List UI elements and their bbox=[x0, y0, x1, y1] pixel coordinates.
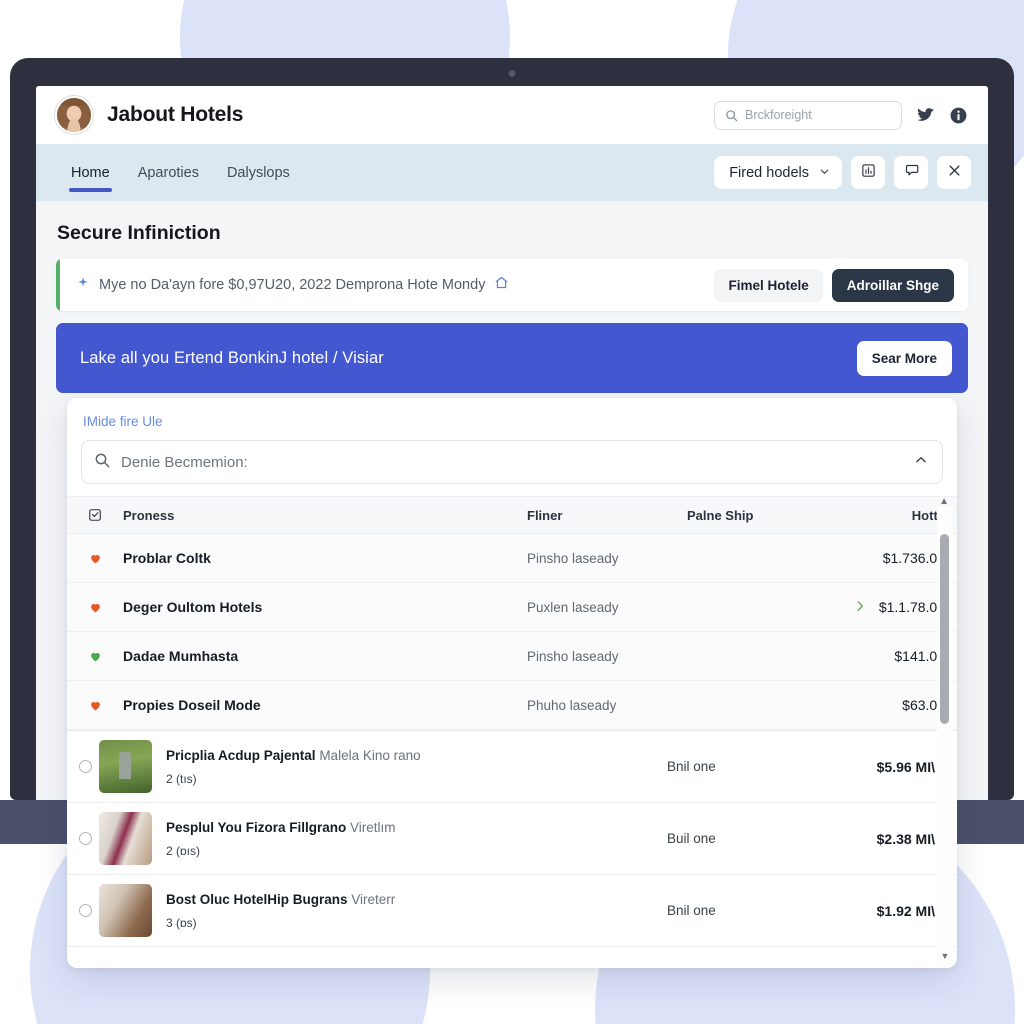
chevron-right-icon[interactable] bbox=[853, 599, 867, 616]
scrollbar-thumb[interactable] bbox=[940, 534, 949, 724]
fimel-hotele-button[interactable]: Fimel Hotele bbox=[714, 268, 823, 302]
list-item-mid: Bnil one bbox=[667, 903, 716, 918]
list-item-subtitle: Viretеrr bbox=[351, 891, 396, 907]
select-all-checkbox[interactable] bbox=[79, 508, 111, 522]
page-title: Jabout Hotels bbox=[107, 103, 244, 126]
column-header-ship[interactable]: Palne Ship bbox=[687, 508, 837, 523]
column-header-fliner[interactable]: Fliner bbox=[527, 508, 687, 523]
avatar[interactable] bbox=[55, 96, 93, 134]
list-item-meta: 2 (tıs) bbox=[166, 771, 197, 786]
table-row[interactable]: Deger Oultom Hotels Puxlen laseady $1.1.… bbox=[67, 583, 957, 632]
list-item-radio[interactable] bbox=[79, 904, 92, 917]
sear-more-button[interactable]: Sear More bbox=[856, 340, 952, 376]
search-icon bbox=[94, 452, 110, 473]
list-item-mid: Buil one bbox=[667, 831, 716, 846]
chevron-up-icon[interactable] bbox=[914, 453, 928, 472]
filter-select-fired-hodels[interactable]: Fired hodels bbox=[714, 156, 842, 189]
chat-icon bbox=[904, 163, 919, 183]
results-list: Pricplia Acdup Pajental Malela Kino rano… bbox=[67, 730, 957, 947]
list-item-title-row: Bost Oluc HotelHip Bugrans Viretеrr bbox=[166, 892, 667, 907]
row-name: Deger Oultom Hotels bbox=[123, 599, 263, 615]
card-search-placeholder: Denie Becmemion: bbox=[121, 453, 248, 471]
search-placeholder: Brckforeight bbox=[745, 108, 812, 122]
table-row[interactable]: Dadae Mumhasta Pinsho laseady $141.00 bbox=[67, 632, 957, 681]
living-room-thumbnail bbox=[99, 812, 152, 865]
list-item-title: Pesplul You Fizora Fillgrano bbox=[166, 819, 347, 835]
heart-icon[interactable] bbox=[79, 552, 111, 565]
sparkle-icon bbox=[76, 276, 90, 295]
chat-button[interactable] bbox=[894, 156, 928, 189]
list-item-meta: 2 (ɒıs) bbox=[166, 843, 201, 858]
list-item-title: Bost Oluc HotelHip Bugrans bbox=[166, 891, 348, 907]
list-item-title: Pricplia Acdup Pajental bbox=[166, 747, 316, 763]
row-fliner: Puxlen laseady bbox=[527, 599, 619, 615]
scrollbar-track[interactable] bbox=[937, 506, 953, 950]
promo-banner-text: Lake all you Ertend BonkinJ hotel / Visi… bbox=[80, 348, 384, 367]
table-row[interactable]: Propies Doseil Mode Phuho laseady $63.00 bbox=[67, 681, 957, 730]
twitter-bird-icon[interactable] bbox=[916, 106, 935, 125]
row-name: Propies Doseil Mode bbox=[123, 697, 261, 713]
list-item-body: Pricplia Acdup Pajental Malela Kino rano… bbox=[152, 748, 667, 786]
home-icon bbox=[494, 275, 509, 295]
results-table: Proness Fliner Palne Ship Hotte Problar … bbox=[67, 496, 957, 730]
alert-text: Mye no Da'ayn fore $0,97U20, 2022 Dempro… bbox=[99, 277, 486, 293]
list-item-body: Bost Oluc HotelHip Bugrans Viretеrr 3 (ɒ… bbox=[152, 892, 667, 930]
table-row[interactable]: Problar Coltk Pinsho laseady $1.736.00 bbox=[67, 534, 957, 583]
list-item-subtitle: Viretlım bbox=[350, 819, 396, 835]
tab-bar: Home Aparoties Dalyslops Fired hodels bbox=[36, 144, 988, 201]
scroll-down-arrow-icon[interactable]: ▼ bbox=[941, 950, 950, 962]
row-name: Problar Coltk bbox=[123, 550, 211, 566]
close-button[interactable] bbox=[937, 156, 971, 189]
heart-icon[interactable] bbox=[79, 601, 111, 614]
heart-icon[interactable] bbox=[79, 650, 111, 663]
info-icon[interactable] bbox=[949, 106, 968, 125]
app-header: Jabout Hotels Brckforeight bbox=[36, 86, 988, 144]
table-header-row: Proness Fliner Palne Ship Hotte bbox=[67, 496, 957, 534]
card-link[interactable]: IMide fire Ule bbox=[67, 398, 957, 440]
tab-dalyslops[interactable]: Dalyslops bbox=[213, 147, 304, 198]
list-item[interactable]: Bost Oluc HotelHip Bugrans Viretеrr 3 (ɒ… bbox=[67, 875, 957, 947]
search-icon bbox=[725, 109, 738, 122]
chart-icon bbox=[861, 163, 876, 183]
adroillar-shge-button[interactable]: Adroillar Shge bbox=[831, 268, 954, 302]
list-item-radio[interactable] bbox=[79, 760, 92, 773]
list-item-meta: 3 (ɒs) bbox=[166, 915, 197, 930]
list-item[interactable]: Pesplul You Fizora Fillgrano Viretlım 2 … bbox=[67, 803, 957, 875]
results-card: IMide fire Ule Denie Becmemion: Proness … bbox=[67, 398, 957, 968]
alert-body: Mye no Da'ayn fore $0,97U20, 2022 Dempro… bbox=[56, 275, 714, 295]
webcam-icon bbox=[508, 70, 516, 77]
page-content: Secure Infiniction Mye no Da'ayn fore $0… bbox=[36, 201, 988, 393]
row-name: Dadae Mumhasta bbox=[123, 648, 239, 664]
tab-aparoties[interactable]: Aparoties bbox=[124, 147, 213, 198]
card-search-input[interactable]: Denie Becmemion: bbox=[81, 440, 943, 484]
heart-icon[interactable] bbox=[79, 699, 111, 712]
section-title: Secure Infiniction bbox=[57, 222, 221, 244]
search-input[interactable]: Brckforeight bbox=[714, 100, 902, 130]
row-price: $1.736.00 bbox=[882, 550, 945, 566]
row-fliner: Pinsho laseady bbox=[527, 648, 619, 664]
vertical-scrollbar[interactable]: ▼ bbox=[937, 506, 953, 962]
row-fliner: Pinsho laseady bbox=[527, 550, 619, 566]
tab-home[interactable]: Home bbox=[57, 147, 124, 198]
alert-bar: Mye no Da'ayn fore $0,97U20, 2022 Dempro… bbox=[56, 259, 968, 311]
hotel-room-thumbnail bbox=[99, 884, 152, 937]
list-item-radio[interactable] bbox=[79, 832, 92, 845]
list-item-subtitle: Malela Kino rano bbox=[319, 747, 421, 763]
chevron-down-icon bbox=[819, 165, 830, 181]
list-item-title-row: Pricplia Acdup Pajental Malela Kino rano bbox=[166, 748, 667, 763]
list-item[interactable]: Pricplia Acdup Pajental Malela Kino rano… bbox=[67, 731, 957, 803]
list-item-body: Pesplul You Fizora Fillgrano Viretlım 2 … bbox=[152, 820, 667, 858]
list-item-mid: Bnil one bbox=[667, 759, 716, 774]
list-item-title-row: Pesplul You Fizora Fillgrano Viretlım bbox=[166, 820, 667, 835]
column-header-name[interactable]: Proness bbox=[111, 508, 527, 523]
close-icon bbox=[947, 163, 962, 183]
chart-button[interactable] bbox=[851, 156, 885, 189]
filter-select-label: Fired hodels bbox=[729, 164, 809, 181]
row-fliner: Phuho laseady bbox=[527, 697, 617, 713]
garden-fountain-thumbnail bbox=[99, 740, 152, 793]
row-price: $1.1.78.00 bbox=[878, 599, 945, 615]
promo-banner: Lake all you Ertend BonkinJ hotel / Visi… bbox=[56, 323, 968, 393]
